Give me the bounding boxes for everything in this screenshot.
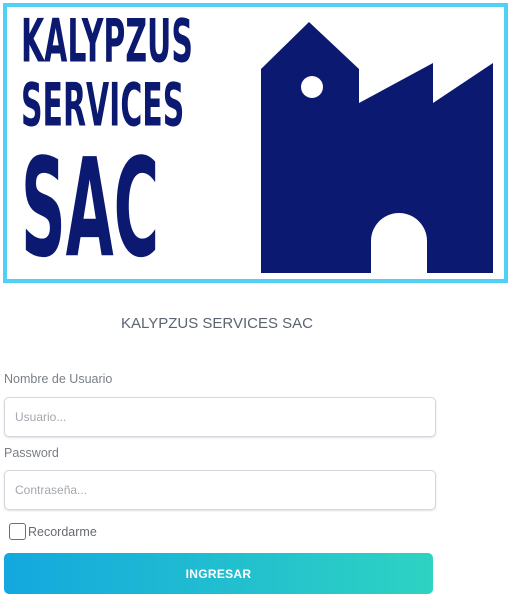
username-label: Nombre de Usuario — [4, 372, 113, 386]
logo-text-line2: SERVICES — [21, 71, 185, 141]
remember-me-label: Recordarme — [28, 524, 97, 539]
password-input[interactable] — [4, 470, 436, 510]
logo-text-line3: SAC — [21, 128, 160, 288]
password-label: Password — [4, 446, 59, 460]
factory-building-icon — [261, 22, 493, 273]
remember-me[interactable]: Recordarme — [9, 523, 97, 540]
username-input[interactable] — [4, 397, 436, 437]
company-name: KALYPZUS SERVICES SAC — [120, 315, 313, 332]
company-logo: KALYPZUS SERVICES SAC — [3, 3, 508, 283]
logo-text-line1: KALYPZUS — [21, 7, 193, 77]
remember-me-checkbox[interactable] — [9, 523, 26, 540]
login-button[interactable]: INGRESAR — [4, 553, 433, 594]
